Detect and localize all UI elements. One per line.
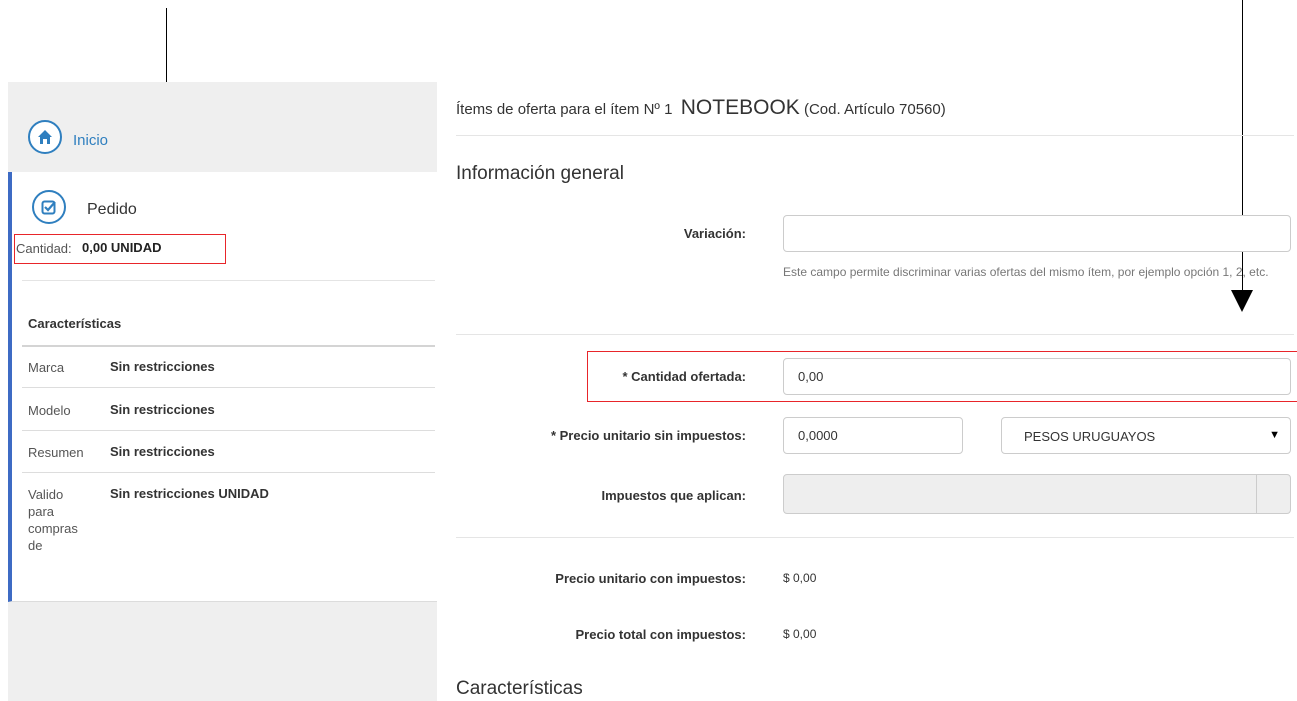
divider bbox=[456, 334, 1294, 335]
feature-value: Sin restricciones UNIDAD bbox=[110, 486, 269, 501]
home-icon bbox=[28, 120, 62, 154]
item-code: (Cod. Artículo 70560) bbox=[803, 101, 946, 118]
item-name: NOTEBOOK bbox=[680, 96, 800, 119]
divider bbox=[22, 430, 435, 431]
section-heading-features: Características bbox=[456, 678, 583, 699]
sidebar-item-home-label[interactable]: Inicio bbox=[73, 132, 108, 149]
taxes-dropdown-button[interactable] bbox=[1256, 475, 1290, 513]
variation-input[interactable] bbox=[783, 215, 1291, 252]
feature-label: Modelo bbox=[28, 403, 71, 418]
unit-price-input[interactable] bbox=[783, 417, 963, 454]
section-heading-general: Información general bbox=[456, 163, 624, 184]
divider bbox=[22, 387, 435, 388]
variation-label: Variación: bbox=[683, 226, 746, 241]
checkbox-icon bbox=[32, 190, 66, 224]
divider bbox=[22, 345, 435, 347]
order-panel: Pedido Cantidad: 0,00 UNIDAD Característ… bbox=[8, 172, 437, 602]
divider bbox=[456, 537, 1294, 538]
feature-value: Sin restricciones bbox=[110, 359, 215, 374]
unit-price-with-tax-label: Precio unitario con impuestos: bbox=[555, 571, 746, 586]
taxes-multiselect[interactable] bbox=[783, 474, 1291, 514]
taxes-label: Impuestos que aplican: bbox=[601, 488, 746, 503]
page-title-prefix: Ítems de oferta para el ítem Nº 1 bbox=[456, 101, 673, 118]
quantity-offered-input[interactable] bbox=[783, 358, 1291, 395]
sidebar-item-home[interactable]: Inicio bbox=[8, 82, 437, 173]
currency-select-value: PESOS URUGUAYOS bbox=[1024, 429, 1156, 444]
caret-down-icon: ▼ bbox=[1269, 429, 1280, 441]
feature-label: Valido para compras de bbox=[28, 487, 78, 553]
order-label: Pedido bbox=[87, 201, 137, 218]
feature-label: Resumen bbox=[28, 445, 84, 460]
quantity-offered-label: * Cantidad ofertada: bbox=[622, 369, 746, 384]
feature-value: Sin restricciones bbox=[110, 402, 215, 417]
total-price-with-tax-value: $ 0,00 bbox=[783, 627, 817, 641]
feature-label: Marca bbox=[28, 360, 65, 375]
unit-price-with-tax-value: $ 0,00 bbox=[783, 571, 817, 585]
quantity-label: Cantidad: bbox=[16, 241, 72, 256]
annotation-arrow-right-head bbox=[1231, 290, 1253, 312]
divider bbox=[456, 135, 1294, 136]
quantity-value: 0,00 UNIDAD bbox=[82, 240, 162, 255]
features-heading: Características bbox=[28, 316, 122, 331]
total-price-with-tax-label: Precio total con impuestos: bbox=[575, 627, 746, 642]
feature-value: Sin restricciones bbox=[110, 444, 215, 459]
divider bbox=[22, 280, 435, 281]
unit-price-label: * Precio unitario sin impuestos: bbox=[550, 428, 746, 443]
page-title: Ítems de oferta para el ítem Nº 1 NOTEBO… bbox=[456, 96, 946, 120]
currency-select[interactable]: PESOS URUGUAYOS ▼ bbox=[1001, 417, 1291, 454]
variation-help-text: Este campo permite discriminar varias of… bbox=[783, 265, 1269, 279]
divider bbox=[22, 472, 435, 473]
